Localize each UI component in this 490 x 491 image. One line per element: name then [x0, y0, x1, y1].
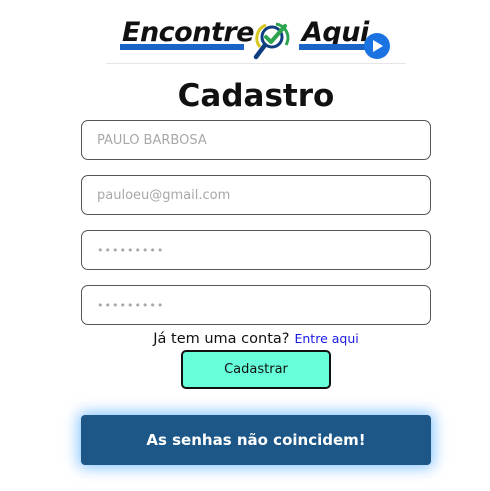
login-prompt: Já tem uma conta? Entre aqui	[0, 329, 490, 349]
email-field[interactable]	[81, 175, 431, 215]
logo-word-left: Encontre	[122, 17, 254, 48]
confirm-password-field[interactable]	[81, 285, 431, 325]
play-arrow-icon	[364, 33, 390, 59]
logo-underline-left	[120, 44, 244, 50]
logo-word-right: Aqui	[302, 17, 369, 48]
alert-message: As senhas não coincidem!	[146, 431, 366, 449]
brand-logo[interactable]: Encontre Aqui	[106, 8, 406, 66]
magnifier-check-icon	[253, 22, 290, 60]
header-divider	[106, 63, 406, 64]
logo-underline-right	[299, 44, 369, 50]
page-title: Cadastro	[177, 78, 335, 114]
name-field[interactable]	[81, 120, 431, 160]
register-button[interactable]: Cadastrar	[181, 350, 331, 389]
login-prompt-text: Já tem uma conta?	[153, 331, 290, 347]
password-mismatch-alert: As senhas não coincidem!	[81, 415, 431, 465]
login-link[interactable]: Entre aqui	[294, 331, 358, 346]
password-field[interactable]	[81, 230, 431, 270]
signup-page: Encontre Aqui Cadastro Já tem uma conta?…	[0, 0, 490, 491]
